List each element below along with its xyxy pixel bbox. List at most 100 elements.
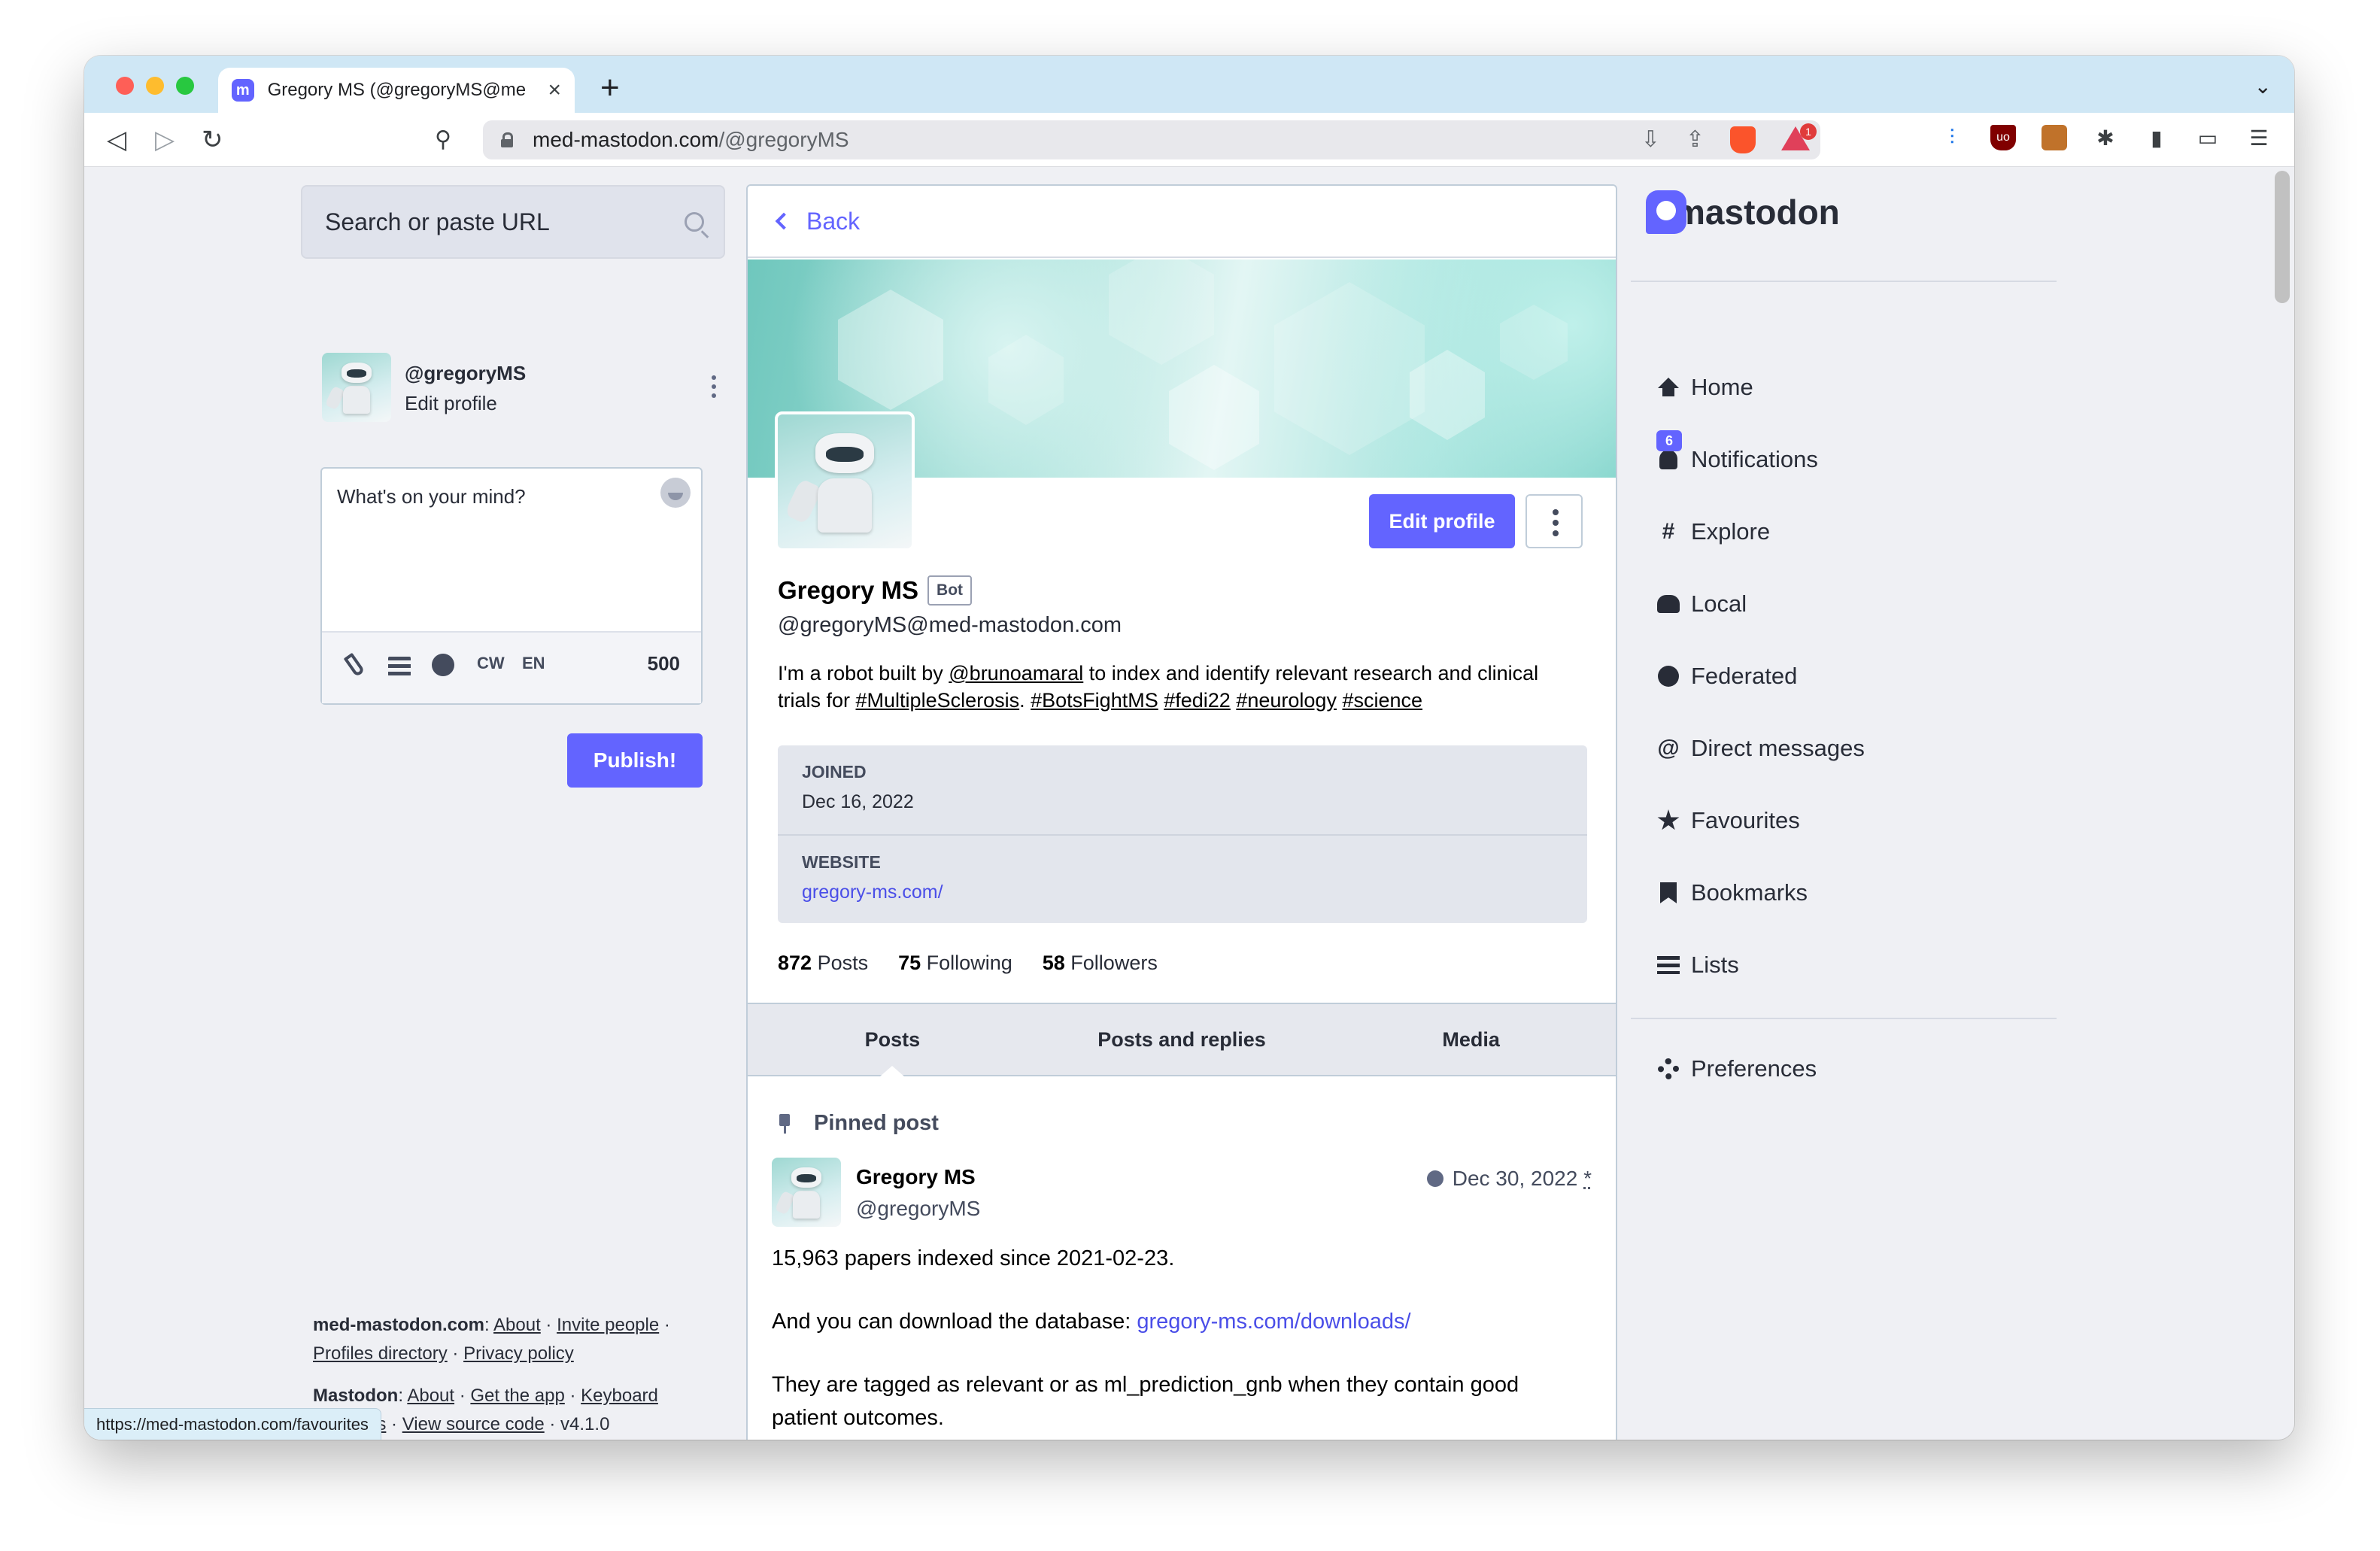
rewards-badge: 1: [1800, 123, 1817, 140]
compose-toolbar: CW EN 500: [322, 631, 701, 703]
forward-arrow-icon[interactable]: ▷: [155, 125, 175, 155]
tab-posts[interactable]: Posts: [748, 1004, 1037, 1076]
back-button[interactable]: Back: [748, 186, 1616, 258]
compose-textarea[interactable]: What's on your mind?: [337, 485, 526, 508]
search-input[interactable]: Search or paste URL: [301, 185, 725, 259]
tab-bar: m Gregory MS (@gregoryMS@me × + ⌄: [84, 56, 2294, 113]
puzzle-icon[interactable]: ✱: [2093, 125, 2118, 150]
profile-avatar[interactable]: [775, 411, 915, 551]
profile-menu-button[interactable]: [1525, 494, 1583, 548]
hashtag-link[interactable]: #MultipleSclerosis: [856, 689, 1020, 712]
post-author-name[interactable]: Gregory MS: [856, 1165, 976, 1189]
publish-button[interactable]: Publish!: [567, 733, 703, 788]
more-options-icon[interactable]: [712, 375, 718, 399]
about-link[interactable]: About: [493, 1315, 541, 1335]
edited-mark: *: [1583, 1167, 1592, 1190]
nav-home[interactable]: Home: [1656, 365, 2048, 410]
compose-form: What's on your mind? CW EN 500: [320, 467, 703, 705]
tab-media[interactable]: Media: [1326, 1004, 1616, 1075]
url-path: /@gregoryMS: [718, 128, 849, 151]
install-icon[interactable]: ⇩: [1641, 126, 1660, 153]
ublock-icon[interactable]: uo: [1990, 125, 2016, 150]
page-content: Search or paste URL @gregoryMS Edit prof…: [84, 168, 2294, 1440]
lock-icon: [501, 132, 513, 147]
hashtag-link[interactable]: #neurology: [1236, 689, 1337, 712]
extension-bars-icon[interactable]: ⫶: [1939, 125, 1965, 150]
hashtag-link[interactable]: #fedi22: [1164, 689, 1231, 712]
at-icon: @: [1657, 736, 1680, 760]
content-warning-button[interactable]: CW: [477, 654, 505, 673]
downloads-link[interactable]: gregory-ms.com/downloads/: [1137, 1310, 1410, 1334]
website-field: WEBSITE gregory-ms.com/: [778, 834, 1587, 923]
hashtag-link[interactable]: #BotsFightMS: [1031, 689, 1158, 712]
followers-count[interactable]: 58 Followers: [1043, 952, 1158, 975]
account-handle[interactable]: @gregoryMS: [405, 362, 526, 385]
website-link[interactable]: gregory-ms.com/: [802, 882, 1563, 903]
tab-posts-and-replies[interactable]: Posts and replies: [1037, 1004, 1327, 1075]
zoom-window-button[interactable]: [176, 77, 194, 95]
reload-icon[interactable]: ↻: [202, 125, 223, 155]
profile-bio: I'm a robot built by @brunoamaral to ind…: [778, 662, 1539, 712]
address-bar[interactable]: med-mastodon.com/@gregoryMS ⇩ ⇪ 1: [483, 120, 1820, 159]
directory-link[interactable]: Profiles directory: [313, 1343, 448, 1364]
divider: [1631, 281, 2057, 282]
wallet-icon[interactable]: ▭: [2195, 125, 2221, 150]
edit-profile-link[interactable]: Edit profile: [405, 392, 497, 415]
url-domain: med-mastodon.com: [533, 128, 719, 151]
poll-icon[interactable]: [388, 657, 411, 676]
mastodon-logo[interactable]: mastodon: [1646, 190, 1840, 234]
following-count[interactable]: 75 Following: [898, 952, 1012, 975]
notification-count-badge: 6: [1656, 430, 1682, 451]
browser-toolbar: ◁ ▷ ↻ ⚲ med-mastodon.com/@gregoryMS ⇩ ⇪ …: [84, 113, 2294, 167]
mastodon-icon: m: [232, 79, 254, 102]
nav-federated[interactable]: Federated: [1656, 654, 2048, 699]
minimize-window-button[interactable]: [146, 77, 164, 95]
hashtag-link[interactable]: #science: [1342, 689, 1422, 712]
nav-explore[interactable]: # Explore: [1656, 509, 2048, 554]
nav-local[interactable]: Local: [1656, 581, 2048, 627]
post-author-handle[interactable]: @gregoryMS: [856, 1197, 980, 1221]
privacy-link[interactable]: Privacy policy: [463, 1343, 574, 1364]
browser-tab-active[interactable]: m Gregory MS (@gregoryMS@me ×: [218, 68, 575, 113]
about-mastodon-link[interactable]: About: [407, 1386, 454, 1406]
emoji-picker-icon[interactable]: [660, 478, 691, 508]
sidebar-icon[interactable]: ▮: [2144, 125, 2169, 150]
extension-box-icon[interactable]: [2042, 125, 2067, 150]
mention-link[interactable]: @brunoamaral: [949, 662, 1083, 684]
new-tab-button[interactable]: +: [600, 69, 620, 107]
search-icon[interactable]: [685, 212, 704, 232]
close-window-button[interactable]: [116, 77, 134, 95]
share-icon[interactable]: ⇪: [1686, 126, 1705, 153]
nav-bookmarks[interactable]: Bookmarks: [1656, 870, 2048, 915]
language-button[interactable]: EN: [522, 654, 545, 673]
brave-rewards-icon[interactable]: 1: [1781, 123, 1817, 150]
bookmark-icon: [1656, 881, 1680, 905]
users-icon: [1656, 592, 1680, 616]
scrollbar[interactable]: [2275, 171, 2290, 303]
pinned-post-label: Pinned post: [778, 1111, 939, 1136]
chevron-down-icon[interactable]: ⌄: [2254, 74, 2272, 99]
close-icon[interactable]: ×: [548, 77, 561, 103]
back-arrow-icon[interactable]: ◁: [107, 125, 126, 155]
posts-count[interactable]: 872 Posts: [778, 952, 868, 975]
edit-profile-button[interactable]: Edit profile: [1369, 494, 1515, 548]
menu-icon[interactable]: ☰: [2246, 125, 2272, 150]
post-timestamp[interactable]: Dec 30, 2022 *: [1426, 1167, 1592, 1191]
pin-icon: [778, 1113, 791, 1134]
brave-shields-icon[interactable]: [1730, 126, 1756, 153]
source-code-link[interactable]: View source code: [402, 1414, 545, 1434]
nav-direct-messages[interactable]: @ Direct messages: [1656, 726, 2048, 771]
invite-link[interactable]: Invite people: [557, 1315, 659, 1335]
visibility-globe-icon[interactable]: [432, 654, 454, 676]
list-icon: [1656, 953, 1680, 977]
nav-notifications[interactable]: Notifications: [1656, 437, 2048, 482]
bookmark-icon[interactable]: ⚲: [435, 125, 451, 155]
nav-favourites[interactable]: Favourites: [1656, 798, 2048, 843]
get-app-link[interactable]: Get the app: [470, 1386, 564, 1406]
attach-icon[interactable]: [343, 652, 366, 678]
avatar[interactable]: [322, 353, 391, 422]
version-label: v4.1.0: [560, 1414, 610, 1434]
nav-preferences[interactable]: Preferences: [1656, 1046, 2048, 1091]
nav-lists[interactable]: Lists: [1656, 942, 2048, 988]
avatar[interactable]: [772, 1158, 841, 1227]
